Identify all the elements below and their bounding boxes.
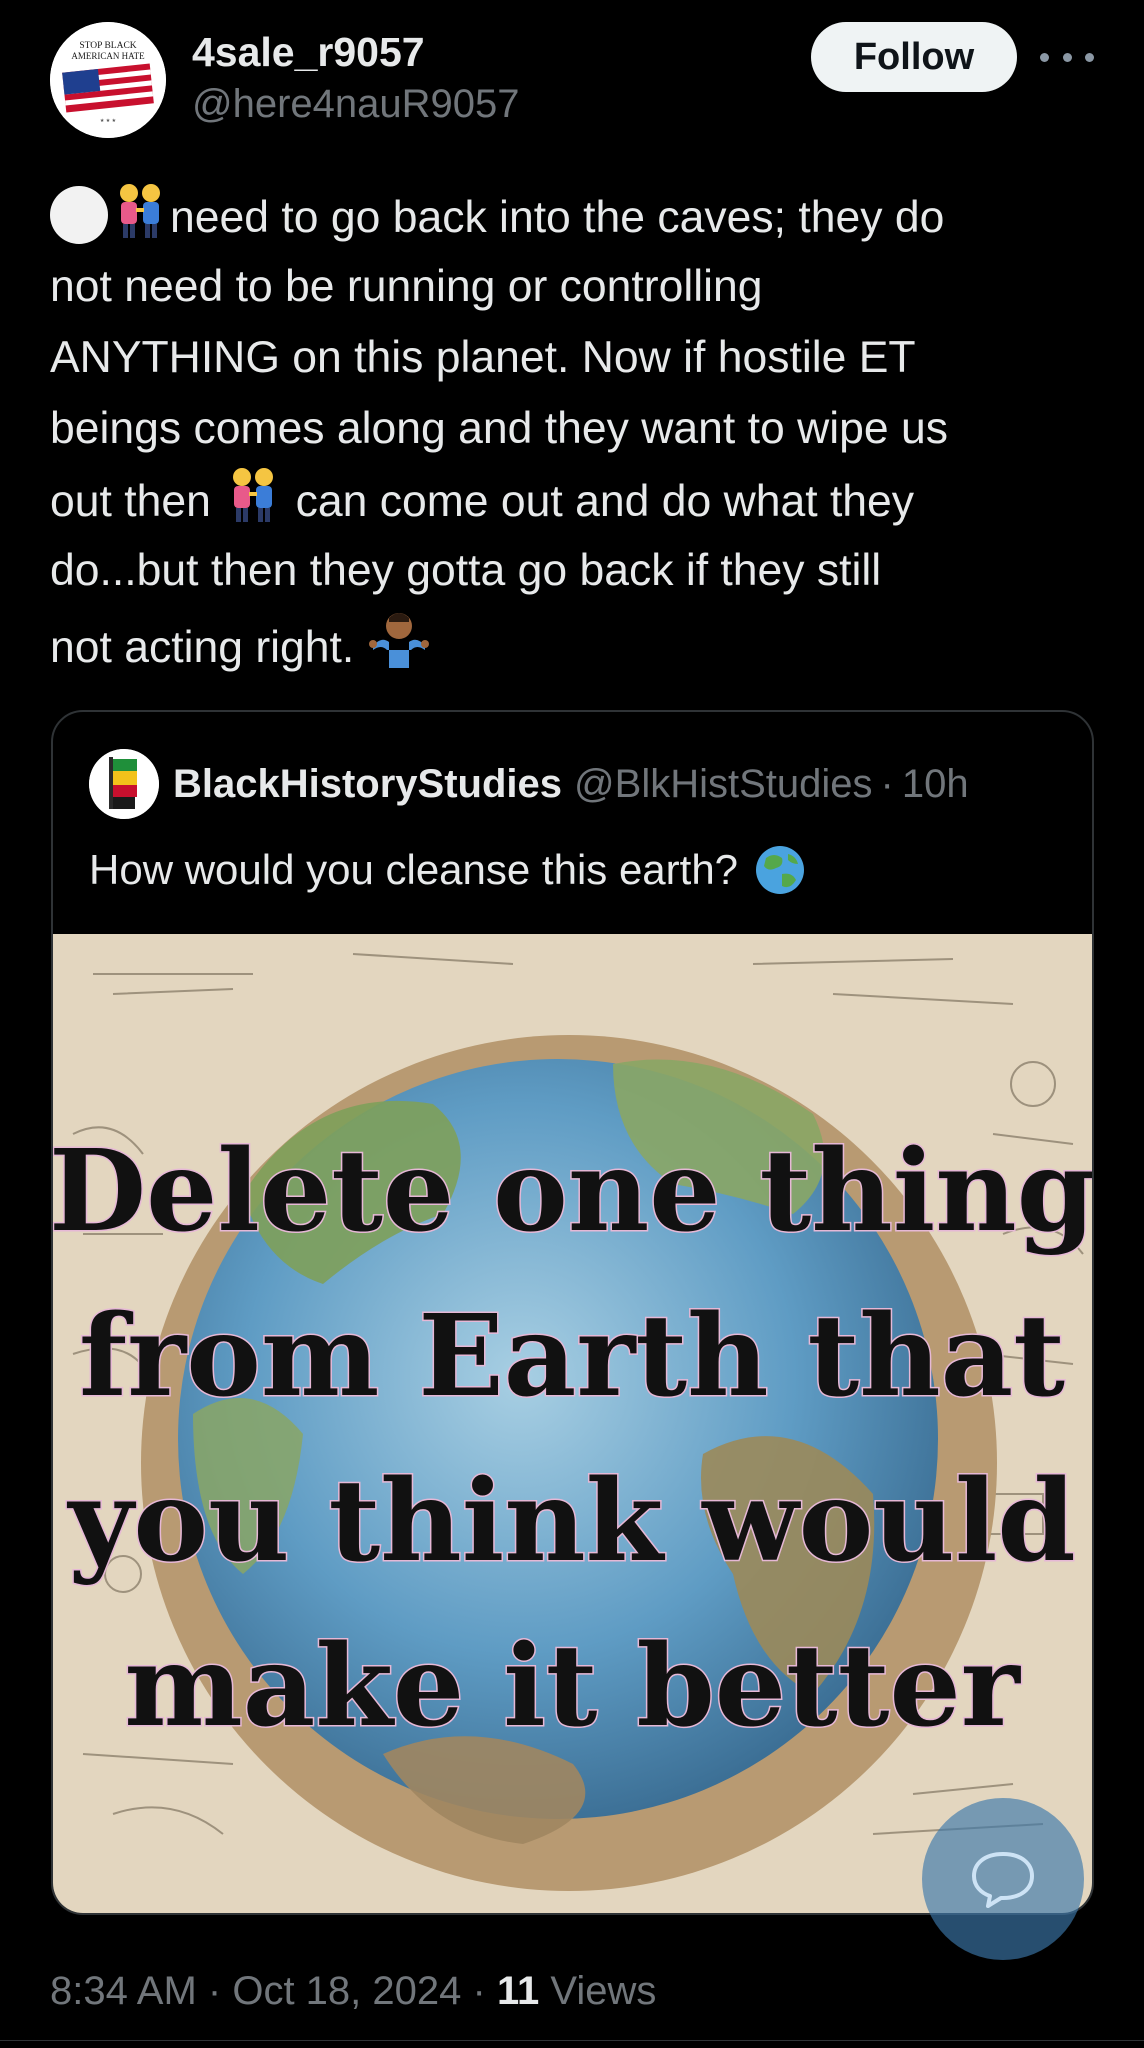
dot (1085, 52, 1094, 62)
views-count: 11 (496, 1969, 540, 2013)
quoted-tweet-card[interactable]: BlackHistoryStudies @BlkHistStudies · 10… (51, 710, 1094, 1915)
image-caption-line-1: Delete one thing (53, 1126, 1092, 1257)
author-handle[interactable]: @here4nauR9057 (192, 78, 520, 130)
separator-dot: · (880, 761, 894, 806)
author-avatar-image: STOP BLACK AMERICAN HATE ★ ★ ★ (50, 22, 166, 138)
couple-emoji (233, 468, 274, 522)
chat-bubble-icon (972, 1852, 1034, 1908)
tweet-time[interactable]: 8:34 AM (50, 1969, 197, 2013)
chat-bubble-button[interactable] (922, 1798, 1084, 1960)
follow-button[interactable]: Follow (811, 22, 1017, 92)
dot (1040, 52, 1049, 62)
svg-text:STOP BLACK: STOP BLACK (79, 41, 136, 51)
shrug-emoji (368, 613, 429, 668)
tweet-line-5: out then can come out and do what they (50, 464, 1094, 535)
image-caption-line-3: you think would (66, 1456, 1075, 1587)
earth-meme-image: Delete one thing from Earth that you thi… (53, 934, 1092, 1913)
tweet-line-1-text: need to go back into the caves; they do (170, 193, 945, 242)
tweet-text: need to go back into the caves; they do … (50, 180, 1094, 677)
quoted-display-name[interactable]: BlackHistoryStudies (173, 762, 562, 807)
white-circle-emoji (50, 186, 108, 244)
meta-separator: · (207, 1969, 222, 2013)
quoted-tweet-text: How would you cleanse this earth? (89, 840, 806, 900)
quoted-handle[interactable]: @BlkHistStudies (574, 762, 872, 807)
tweet-line-7-text: not acting right. (50, 623, 355, 672)
tweet-line-5a-text: out then (50, 477, 211, 526)
tweet-line-7: not acting right. (50, 606, 1094, 677)
tweet-detail-screen: STOP BLACK AMERICAN HATE ★ ★ ★ 4sale_r90… (0, 0, 1144, 2048)
tweet-line-1: need to go back into the caves; they do (50, 180, 1094, 251)
svg-text:★ ★ ★: ★ ★ ★ (100, 118, 117, 124)
author-names: 4sale_r9057 @here4nauR9057 (192, 26, 520, 130)
image-caption-line-4: make it better (124, 1621, 1022, 1752)
image-caption-line-2: from Earth that (79, 1291, 1065, 1422)
author-display-name[interactable]: 4sale_r9057 (192, 26, 520, 78)
tweet-line-3: ANYTHING on this planet. Now if hostile … (50, 333, 916, 382)
tweet-line-6: do...but then they gotta go back if they… (50, 546, 882, 595)
tweet-header: STOP BLACK AMERICAN HATE ★ ★ ★ 4sale_r90… (50, 22, 1094, 142)
tweet-date[interactable]: Oct 18, 2024 (232, 1969, 461, 2013)
quoted-timestamp[interactable]: 10h (902, 762, 969, 807)
svg-text:AMERICAN HATE: AMERICAN HATE (71, 51, 145, 61)
author-avatar[interactable]: STOP BLACK AMERICAN HATE ★ ★ ★ (50, 22, 166, 138)
meta-separator: · (472, 1969, 486, 2013)
quoted-tweet-header: BlackHistoryStudies @BlkHistStudies · 10… (89, 748, 1079, 820)
more-dots-icon[interactable] (1040, 40, 1094, 74)
quoted-avatar-image (89, 749, 159, 819)
globe-emoji (755, 846, 804, 894)
divider (0, 2040, 1144, 2041)
tweet-line-4: beings comes along and they want to wipe… (50, 404, 948, 453)
views-label: Views (550, 1969, 657, 2013)
tweet-line-5b-text: can come out and do what they (295, 477, 915, 526)
couple-emoji (120, 184, 160, 238)
tweet-line-2: not need to be running or controlling (50, 262, 763, 311)
quoted-text: How would you cleanse this earth? (89, 846, 739, 893)
tweet-meta: 8:34 AM · Oct 18, 2024 · 11 Views (50, 1963, 656, 2019)
dot (1062, 52, 1072, 62)
quoted-tweet-image[interactable]: Delete one thing from Earth that you thi… (53, 934, 1092, 1913)
quoted-author-avatar[interactable] (89, 749, 159, 819)
